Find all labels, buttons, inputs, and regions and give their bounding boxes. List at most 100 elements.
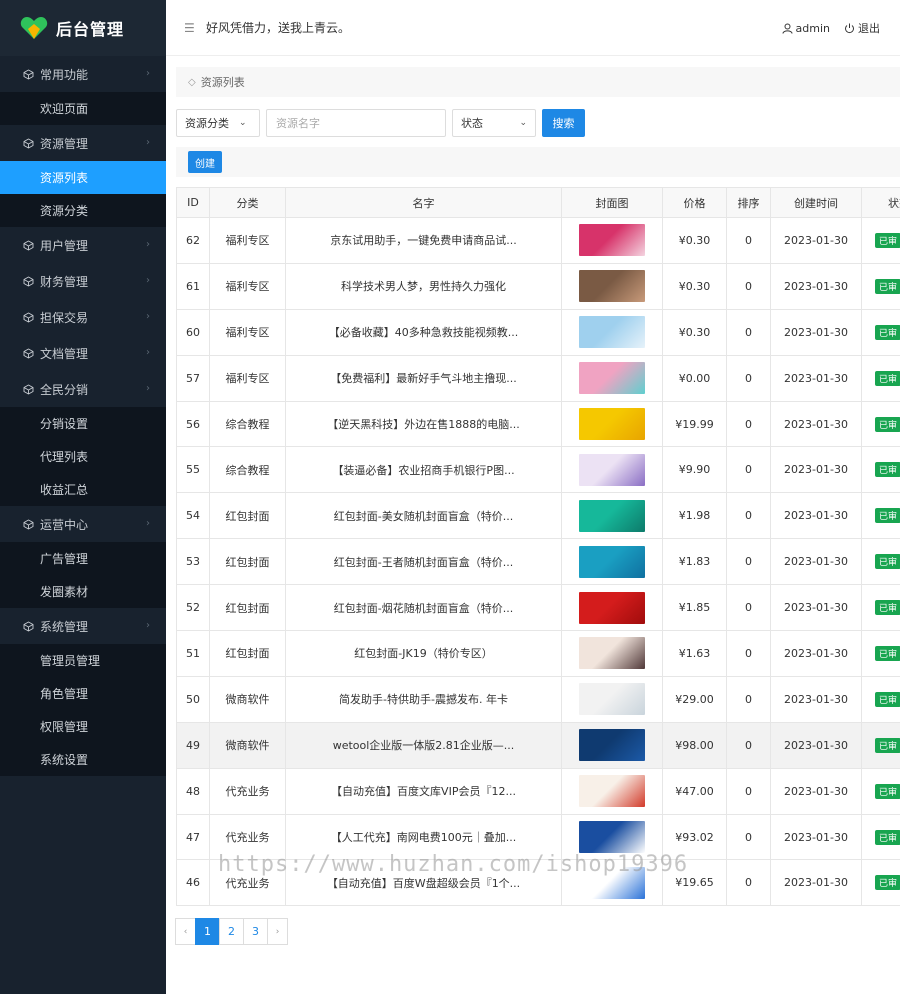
column-header: 名字 (285, 187, 562, 218)
cover-thumbnail[interactable] (579, 866, 645, 899)
user-menu[interactable]: admin (782, 22, 830, 35)
cell-cover (561, 262, 663, 310)
name-search-input[interactable]: 资源名字 (266, 109, 446, 137)
cube-icon (22, 620, 34, 632)
cube-icon (22, 239, 34, 251)
cell-status: 已审 (861, 400, 900, 448)
sidebar-group-1[interactable]: 资源管理 › (0, 125, 166, 161)
table-row[interactable]: 48 代充业务 【自动充值】百度文库VIP会员『12... ¥47.00 0 2023-0… (176, 767, 900, 815)
cover-thumbnail[interactable] (579, 224, 645, 257)
sidebar-group-0[interactable]: 常用功能 › (0, 56, 166, 92)
table-row[interactable]: 57 福利专区 【免费福利】最新好手气斗地主撸现... ¥0.00 0 2023-01-3… (176, 354, 900, 402)
logout-button[interactable]: 退出 (844, 20, 880, 36)
sidebar-group-4[interactable]: 担保交易 › (0, 299, 166, 335)
cover-thumbnail[interactable] (579, 453, 645, 486)
logo[interactable]: 后台管理 (0, 0, 166, 56)
table-row[interactable]: 47 代充业务 【人工代充】南网电费100元｜叠加... ¥93.02 0 2023-01… (176, 813, 900, 861)
pagination-page[interactable]: 3 (243, 918, 268, 946)
sidebar-item-1-1[interactable]: 资源分类 (0, 194, 166, 227)
pagination-page[interactable]: 2 (219, 918, 244, 946)
sidebar-group-8[interactable]: 系统管理 › (0, 608, 166, 644)
sidebar-group-7[interactable]: 运营中心 › (0, 506, 166, 542)
cover-thumbnail[interactable] (579, 270, 645, 303)
cell-id: 60 (176, 308, 210, 356)
cell-cover (561, 630, 663, 677)
breadcrumb-label: 资源列表 (200, 76, 245, 89)
sidebar-item-6-0[interactable]: 分销设置 (0, 407, 166, 440)
menu-toggle-icon[interactable]: ☰ (184, 21, 195, 35)
table-row[interactable]: 52 红包封面 红包封面-烟花随机封面盲盒（特价... ¥1.85 0 2023-01-3… (176, 584, 900, 632)
cell-created: 2023-01-30 (770, 538, 862, 586)
table-row[interactable]: 46 代充业务 【自动充值】百度W盘超级会员『1个... ¥19.65 0 2023-01… (176, 859, 900, 907)
cell-sort: 0 (726, 217, 771, 264)
cover-thumbnail[interactable] (579, 729, 645, 762)
cell-price: ¥47.00 (662, 767, 727, 815)
sidebar-group-3[interactable]: 财务管理 › (0, 263, 166, 299)
table-row[interactable]: 53 红包封面 红包封面-王者随机封面盲盒（特价... ¥1.83 0 2023-01-3… (176, 538, 900, 586)
sidebar-item-8-1[interactable]: 角色管理 (0, 677, 166, 710)
cell-created: 2023-01-30 (770, 721, 862, 769)
cell-sort: 0 (726, 308, 771, 356)
cover-thumbnail[interactable] (579, 775, 645, 808)
header-slogan: 好风凭借力，送我上青云。 (206, 21, 351, 35)
table-row[interactable]: 55 综合教程 【装逼必备】农业招商手机银行P图... ¥9.90 0 2023-01-3… (176, 446, 900, 494)
category-select[interactable]: 资源分类 ⌄ (176, 109, 260, 137)
cell-id: 50 (176, 675, 210, 723)
search-button[interactable]: 搜索 (542, 109, 585, 137)
sidebar-item-8-0[interactable]: 管理员管理 (0, 644, 166, 677)
cell-status: 已审 (861, 492, 900, 540)
cell-name: wetool企业版一体版2.81企业版—... (285, 721, 562, 769)
cell-name: 【必备收藏】40多种急救技能视频教... (285, 308, 562, 356)
pagination-next[interactable]: › (267, 918, 288, 946)
cover-thumbnail[interactable] (579, 821, 645, 854)
cell-created: 2023-01-30 (770, 767, 862, 815)
sidebar-item-8-3[interactable]: 系统设置 (0, 743, 166, 776)
table-row[interactable]: 49 微商软件 wetool企业版一体版2.81企业版—... ¥98.00 0 2023… (176, 721, 900, 769)
sidebar-item-7-1[interactable]: 发圈素材 (0, 575, 166, 608)
pagination-prev[interactable]: ‹ (175, 918, 196, 946)
chevron-right-icon: › (146, 347, 150, 358)
status-select[interactable]: 状态 ⌄ (452, 109, 536, 137)
status-badge: 已审 (875, 783, 900, 799)
sidebar-item-0-0[interactable]: 欢迎页面 (0, 92, 166, 125)
cell-id: 51 (176, 630, 210, 677)
table-row[interactable]: 62 福利专区 京东试用助手，一键免费申请商品试... ¥0.30 0 2023-01-3… (176, 217, 900, 264)
cell-sort: 0 (726, 446, 771, 494)
create-button[interactable]: 创建 (188, 151, 222, 173)
sidebar-group-6[interactable]: 全民分销 › (0, 371, 166, 407)
sidebar-item-8-2[interactable]: 权限管理 (0, 710, 166, 743)
sidebar-group-2[interactable]: 用户管理 › (0, 227, 166, 263)
cover-thumbnail[interactable] (579, 591, 645, 624)
cover-thumbnail[interactable] (579, 408, 645, 440)
cell-status: 已审 (861, 767, 900, 815)
sidebar-item-1-0[interactable]: 资源列表 (0, 161, 166, 194)
user-icon (782, 23, 793, 34)
sidebar-item-6-2[interactable]: 收益汇总 (0, 473, 166, 506)
cell-cover (561, 400, 663, 448)
cover-thumbnail[interactable] (579, 637, 645, 670)
cube-icon (22, 383, 34, 395)
chevron-right-icon: › (146, 383, 150, 394)
table-row[interactable]: 54 红包封面 红包封面-美女随机封面盲盒（特价... ¥1.98 0 2023-01-3… (176, 492, 900, 540)
cover-thumbnail[interactable] (579, 316, 645, 349)
cell-name: 【自动充值】百度W盘超级会员『1个... (285, 859, 562, 907)
cover-thumbnail[interactable] (579, 499, 645, 532)
pagination-page[interactable]: 1 (195, 918, 220, 946)
cover-thumbnail[interactable] (579, 362, 645, 395)
column-header: ID (176, 187, 210, 218)
table-row[interactable]: 50 微商软件 简发助手-特供助手-震撼发布. 年卡 ¥29.00 0 2023-01-3… (176, 675, 900, 723)
table-row[interactable]: 61 福利专区 科学技术男人梦，男性持久力强化 ¥0.30 0 2023-01-30 已审 (176, 262, 900, 310)
status-badge: 已审 (875, 600, 900, 616)
cover-thumbnail[interactable] (579, 683, 645, 716)
cell-status: 已审 (861, 813, 900, 861)
cover-thumbnail[interactable] (579, 545, 645, 578)
sidebar-item-6-1[interactable]: 代理列表 (0, 440, 166, 473)
cube-icon: ◇ (188, 76, 196, 88)
sidebar-group-5[interactable]: 文档管理 › (0, 335, 166, 371)
table-row[interactable]: 60 福利专区 【必备收藏】40多种急救技能视频教... ¥0.30 0 2023-01-… (176, 308, 900, 356)
cell-cover (561, 538, 663, 586)
table-row[interactable]: 51 红包封面 红包封面-JK19（特价专区） ¥1.63 0 2023-01-30 已审 (176, 630, 900, 677)
table-row[interactable]: 56 综合教程 【逆天黑科技】外边在售1888的电脑... ¥19.99 0 2023-0… (176, 400, 900, 448)
cell-name: 【免费福利】最新好手气斗地主撸现... (285, 354, 562, 402)
sidebar-item-7-0[interactable]: 广告管理 (0, 542, 166, 575)
